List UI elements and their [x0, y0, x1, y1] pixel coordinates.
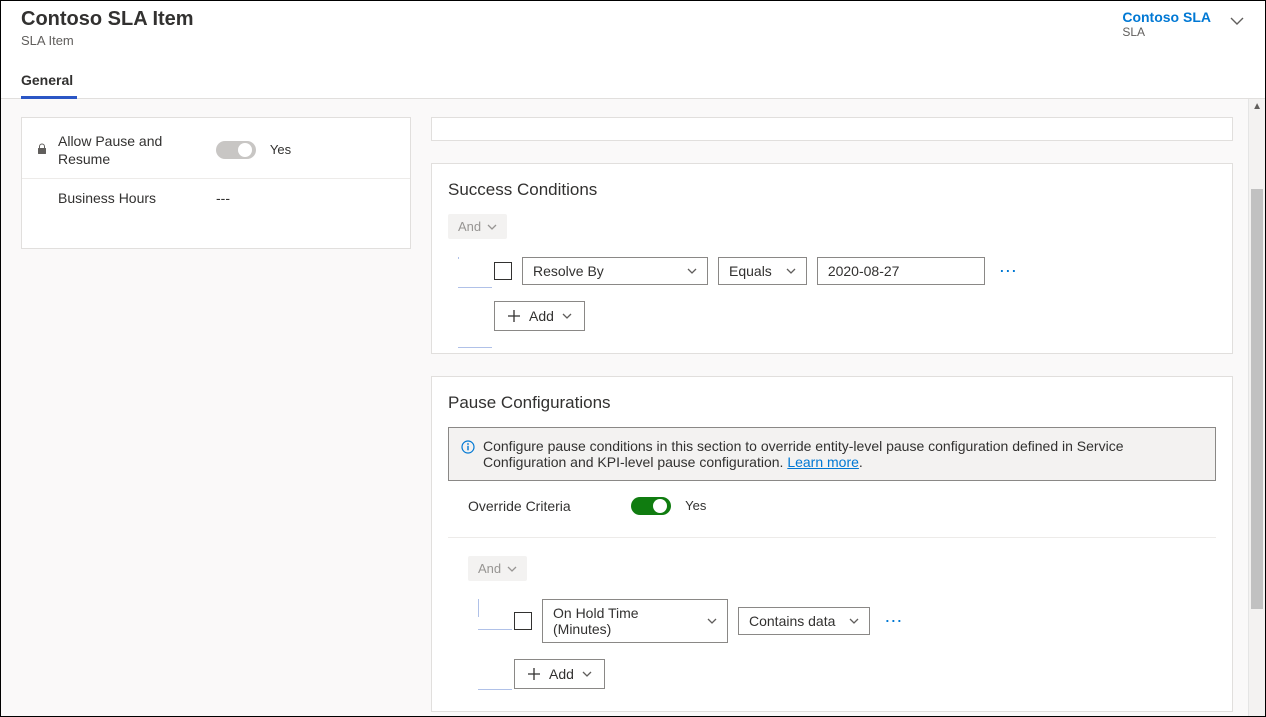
chevron-down-icon [849, 616, 859, 626]
condition-row-checkbox[interactable] [494, 262, 512, 280]
info-icon [461, 440, 475, 470]
success-add-button[interactable]: Add [494, 301, 585, 331]
related-record-link[interactable]: Contoso SLA [1122, 9, 1211, 25]
learn-more-link[interactable]: Learn more [787, 454, 859, 470]
chevron-down-icon [687, 266, 697, 276]
tab-general[interactable]: General [21, 66, 73, 98]
row-more-button[interactable]: ⋯ [995, 262, 1023, 280]
success-operator-select[interactable]: Equals [718, 257, 807, 285]
lock-icon [36, 143, 50, 158]
pause-field-select[interactable]: On Hold Time (Minutes) [542, 599, 728, 643]
success-condition-row: Resolve By Equals 2020-08-27 ⋯ [494, 257, 1216, 285]
business-hours-row[interactable]: Business Hours --- [22, 179, 410, 217]
chevron-down-icon [562, 311, 572, 321]
override-criteria-value: Yes [685, 498, 706, 513]
page-header: Contoso SLA Item SLA Item Contoso SLA SL… [1, 1, 1265, 48]
business-hours-label: Business Hours [58, 189, 208, 207]
entity-type-label: SLA Item [21, 33, 194, 48]
pause-add-button[interactable]: Add [514, 659, 605, 689]
vertical-scrollbar[interactable]: ▲ [1248, 99, 1265, 716]
row-more-button[interactable]: ⋯ [880, 612, 908, 630]
plus-icon [507, 309, 521, 323]
header-expand-button[interactable] [1229, 13, 1245, 34]
chevron-down-icon [487, 222, 497, 232]
chevron-down-icon [786, 266, 796, 276]
pause-group-operator[interactable]: And [468, 556, 527, 581]
allow-pause-resume-row: Allow Pause and Resume Yes [22, 122, 410, 179]
properties-card: Allow Pause and Resume Yes Business Hour… [21, 117, 411, 249]
success-group-operator[interactable]: And [448, 214, 507, 239]
override-criteria-label: Override Criteria [468, 498, 571, 514]
pause-condition-row: On Hold Time (Minutes) Contains data ⋯ [514, 599, 1216, 643]
scroll-up-arrow[interactable]: ▲ [1252, 101, 1262, 112]
override-criteria-toggle[interactable] [631, 497, 671, 515]
related-record-type: SLA [1122, 25, 1211, 39]
previous-section-stub [431, 117, 1233, 141]
success-field-select[interactable]: Resolve By [522, 257, 708, 285]
page-title: Contoso SLA Item [21, 7, 194, 31]
scrollbar-thumb[interactable] [1251, 189, 1263, 609]
chevron-down-icon [582, 669, 592, 679]
allow-pause-resume-label: Allow Pause and Resume [58, 132, 208, 168]
success-value-input[interactable]: 2020-08-27 [817, 257, 985, 285]
tab-bar: General [1, 66, 1265, 99]
chevron-down-icon [507, 564, 517, 574]
plus-icon [527, 667, 541, 681]
override-criteria-row: Override Criteria Yes [448, 497, 1216, 515]
pause-operator-select[interactable]: Contains data [738, 607, 870, 635]
allow-pause-resume-value: Yes [270, 142, 291, 157]
condition-row-checkbox[interactable] [514, 612, 532, 630]
pause-configurations-card: Pause Configurations Configure pause con… [431, 376, 1233, 712]
success-conditions-title: Success Conditions [448, 180, 1216, 200]
pause-configurations-title: Pause Configurations [448, 393, 1216, 413]
allow-pause-resume-toggle[interactable] [216, 141, 256, 159]
pause-info-banner: Configure pause conditions in this secti… [448, 427, 1216, 481]
pause-info-text: Configure pause conditions in this secti… [483, 438, 1203, 470]
chevron-down-icon [707, 616, 717, 626]
business-hours-value: --- [216, 190, 230, 206]
success-conditions-card: Success Conditions And Resolve By [431, 163, 1233, 354]
